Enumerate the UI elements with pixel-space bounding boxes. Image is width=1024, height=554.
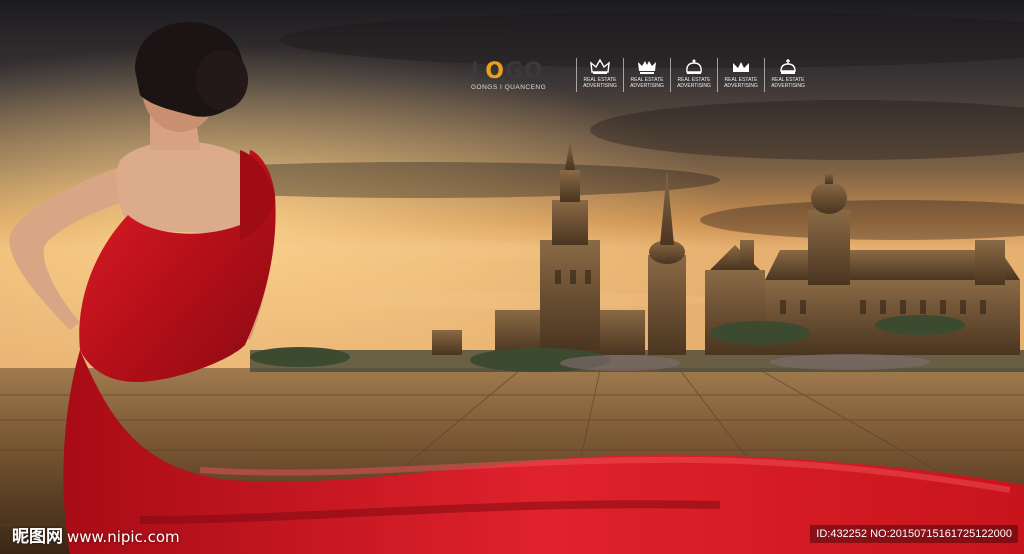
crown-badge: REAL ESTATE ADVERTISING (623, 58, 670, 92)
crown-badge: REAL ESTATE ADVERTISING (576, 58, 623, 92)
watermark-id: ID:432252 NO:20150715161725122000 (810, 525, 1018, 543)
crown-label-line2: ADVERTISING (583, 83, 617, 89)
logo-letters-go: GO (504, 59, 544, 84)
crown-icon (780, 59, 796, 74)
watermark-site-name: 昵图网 (12, 527, 63, 547)
crown-badges: REAL ESTATE ADVERTISING REAL ESTATE ADVERT… (576, 58, 811, 92)
crown-icon (686, 59, 702, 74)
watermark-site-url: www.nipic.com (67, 528, 180, 546)
crown-badge: REAL ESTATE ADVERTISING (717, 58, 764, 92)
logo-letter-l: L (471, 59, 486, 84)
crown-label-line2: ADVERTISING (630, 83, 664, 89)
poster: LOGO GONGS I QUANCENG REAL ESTATE ADVERTI… (0, 0, 1024, 554)
watermark-site: 昵图网 www.nipic.com (12, 522, 180, 547)
crown-icon (733, 62, 749, 72)
logo-letter-o: O (485, 59, 505, 84)
crown-badge: REAL ESTATE ADVERTISING (670, 58, 717, 92)
crown-label-line2: ADVERTISING (771, 83, 805, 89)
logo-subtitle: GONGS I QUANCENG (471, 84, 547, 91)
crown-label-line2: ADVERTISING (724, 83, 758, 89)
crown-icon (590, 59, 610, 74)
logo-wordmark: LOGO (471, 60, 561, 84)
crown-badge: REAL ESTATE ADVERTISING (764, 58, 811, 92)
brand-logo: LOGO GONGS I QUANCENG (471, 60, 561, 92)
crown-label-line2: ADVERTISING (677, 83, 711, 89)
crown-icon (638, 61, 656, 74)
